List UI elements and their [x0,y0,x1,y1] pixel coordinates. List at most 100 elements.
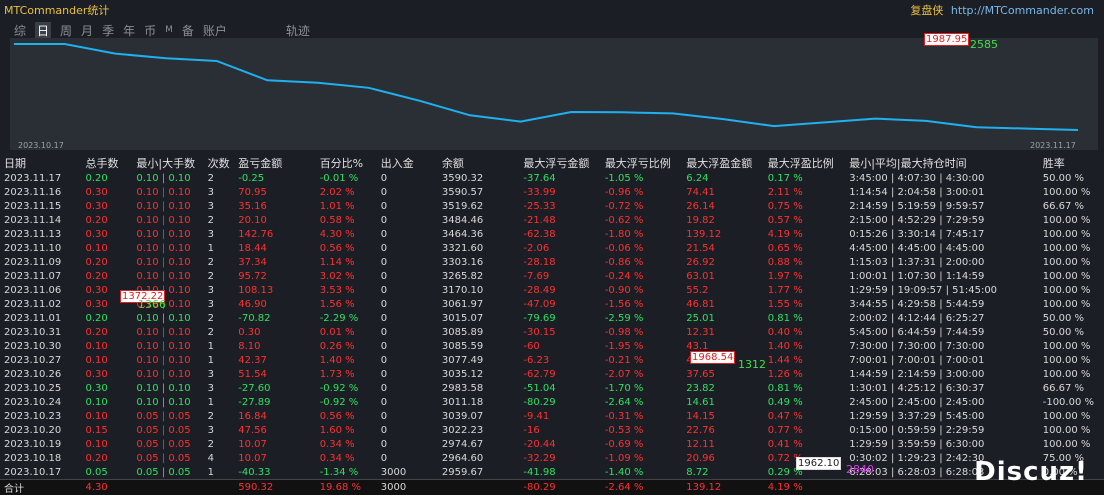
overlay-box: 1962.10 [796,457,842,470]
table-cell: -0.21 % [604,354,644,366]
table-cell: 1.73 % [319,368,355,380]
period-tab[interactable]: 周 [60,22,72,38]
column-header[interactable]: 最大浮亏比例 [601,155,682,171]
table-cell: 1.26 % [767,368,803,380]
table-cell: 2023.11.02 [4,298,62,310]
table-cell: 100.00 % [1042,228,1091,240]
table-cell: 66.67 % [1042,200,1085,212]
column-header[interactable]: 盈亏金额 [234,155,315,171]
table-cell: 0.81 % [767,312,803,324]
table-cell: 74.41 [686,186,715,198]
table-cell: 0.10 | 0.10 [136,200,191,212]
table-row[interactable]: 2023.11.09 0.20 0.10 | 0.10 2 37.34 1.14 % 0 33… [0,255,1104,269]
table-cell: 0.30 [238,326,261,338]
brand-link[interactable]: http://MTCommander.com [951,4,1094,17]
column-header[interactable]: 最大浮亏金额 [519,155,600,171]
table-cell: -0.90 % [604,284,644,296]
table-row[interactable]: 2023.10.18 0.20 0.05 | 0.05 4 10.07 0.34 % 0 29… [0,451,1104,465]
table-cell: 26.92 [686,256,715,268]
table-row[interactable]: 2023.10.27 0.10 0.10 | 0.10 1 42.37 1.40 % 0 30… [0,353,1104,367]
table-cell: 0.10 | 0.10 [136,172,191,184]
table-cell: 100.00 % [1042,368,1091,380]
period-tab[interactable]: 币 [144,22,156,38]
table-cell: -1.95 % [604,340,644,352]
table-cell: 3590.32 [441,172,484,184]
table-row[interactable]: 2023.11.16 0.30 0.10 | 0.10 3 70.95 2.02 % 0 35… [0,185,1104,199]
table-cell: 0 [380,452,388,464]
table-cell: 100.00 % [1042,214,1091,226]
table-row[interactable]: 2023.11.060.300.10 | 0.103108.133.53 %03… [0,283,1104,297]
table-cell: 4.19 % [767,228,803,240]
period-tab[interactable]: 季 [102,22,114,38]
period-tab[interactable]: 月 [81,22,93,38]
table-cell: -0.69 % [604,438,644,450]
table-row[interactable]: 2023.11.10 0.10 0.10 | 0.10 1 18.44 0.56 % 0 33… [0,241,1104,255]
table-row[interactable]: 2023.10.26 0.30 0.10 | 0.10 3 51.54 1.73 % 0 30… [0,367,1104,381]
column-header[interactable]: 胜率 [1039,155,1104,171]
table-cell: 10.07 [238,452,267,464]
table-cell: 0 [380,228,388,240]
table-cell: -1.56 % [604,298,644,310]
table-cell: 100.00 % [1042,340,1091,352]
table-cell: 2 [207,438,215,450]
table-cell: 18.44 [238,242,267,254]
period-tab[interactable]: 日 [35,22,52,38]
column-header[interactable]: 余额 [438,155,519,171]
column-header[interactable]: 最大浮盈比例 [764,155,845,171]
table-cell: 0.65 % [767,242,803,254]
table-row[interactable]: 2023.10.30 0.10 0.10 | 0.10 1 8.10 0.26 % 0 308… [0,339,1104,353]
table-row[interactable]: 2023.11.01 0.20 0.10 | 0.10 2 -70.82 -2.29 % 0… [0,311,1104,325]
column-header[interactable]: 次数 [204,155,235,171]
table-cell: -0.24 % [604,270,644,282]
table-cell: 2 [207,270,215,282]
table-cell: 1.40 % [767,340,803,352]
table-cell: 0.10 | 0.10 [136,396,191,408]
table-cell: 100.00 % [1042,354,1091,366]
table-row[interactable]: 2023.10.19 0.10 0.05 | 0.05 2 10.07 0.34 % 0 29… [0,437,1104,451]
table-cell: 3 [207,284,215,296]
table-cell: 100.00 % [1042,410,1091,422]
table-row[interactable]: 2023.11.07 0.20 0.10 | 0.10 2 95.72 3.02 % 0 32… [0,269,1104,283]
table-cell: 12.11 [686,438,715,450]
table-row[interactable]: 2023.10.31 0.20 0.10 | 0.10 2 0.30 0.01 % 0 308… [0,325,1104,339]
table-row[interactable]: 2023.11.13 0.30 0.10 | 0.10 3 142.76 4.30 % 0 3… [0,227,1104,241]
column-header[interactable]: 最大浮盈金额 [682,155,763,171]
table-cell: 0.49 % [767,396,803,408]
table-cell: 100.00 % [1042,438,1091,450]
table-row[interactable]: 2023.10.23 0.10 0.05 | 0.05 2 16.84 0.56 % 0 30… [0,409,1104,423]
period-tab[interactable]: 账户 [203,22,227,38]
column-header[interactable]: 日期 [0,155,81,171]
table-cell: 100.00 % [1042,298,1091,310]
table-cell: 3 [207,228,215,240]
table-cell: 0.05 | 0.05 [136,452,191,464]
table-row[interactable]: 2023.10.20 0.15 0.05 | 0.05 3 47.56 1.60 % 0 30… [0,423,1104,437]
table-row[interactable]: 2023.11.14 0.20 0.10 | 0.10 2 20.10 0.58 % 0 34… [0,213,1104,227]
total-cell: 合计 [0,479,82,495]
table-cell: 0.30 [85,200,108,212]
table-row[interactable]: 2023.10.25 0.30 0.10 | 0.10 3 -27.60 -0.92 % 0… [0,381,1104,395]
period-tab[interactable]: 综 [14,22,26,38]
period-tab[interactable]: M [165,22,173,38]
column-header[interactable]: 最小|平均|最大持仓时间 [845,155,1039,171]
table-cell: 1:14:54 | 2:04:58 | 3:00:01 [849,186,985,198]
column-header[interactable]: 百分比% [316,155,377,171]
table-cell: -0.25 [238,172,265,184]
column-header[interactable]: 总手数 [81,155,132,171]
table-cell: 100.00 % [1042,186,1091,198]
table-row[interactable]: 2023.10.24 0.10 0.10 | 0.10 1 -27.89 -0.92 % 0… [0,395,1104,409]
tab-trail[interactable]: 轨迹 [286,22,310,38]
table-row[interactable]: 2023.11.15 0.30 0.10 | 0.10 3 35.16 1.01 % 0 35… [0,199,1104,213]
table-cell: 1:29:59 | 3:37:29 | 5:45:00 [849,410,985,422]
table-cell: 1:44:59 | 2:14:59 | 3:00:00 [849,368,985,380]
table-cell: 70.95 [238,186,267,198]
table-cell: 3170.10 [441,284,484,296]
period-tab[interactable]: 年 [123,22,135,38]
table-row[interactable]: 2023.11.17 0.20 0.10 | 0.10 2 -0.25 -0.01 % 0 3… [0,171,1104,185]
table-row[interactable]: 2023.10.17 0.05 0.05 | 0.05 1 -40.33 -1.34 % 3… [0,465,1104,480]
column-header[interactable]: 最小|大手数 [132,155,203,171]
table-cell: -1.80 % [604,228,644,240]
table-cell: 0.20 [85,452,108,464]
period-tab[interactable]: 备 [182,22,194,38]
column-header[interactable]: 出入金 [377,155,438,171]
table-cell: -0.86 % [604,256,644,268]
